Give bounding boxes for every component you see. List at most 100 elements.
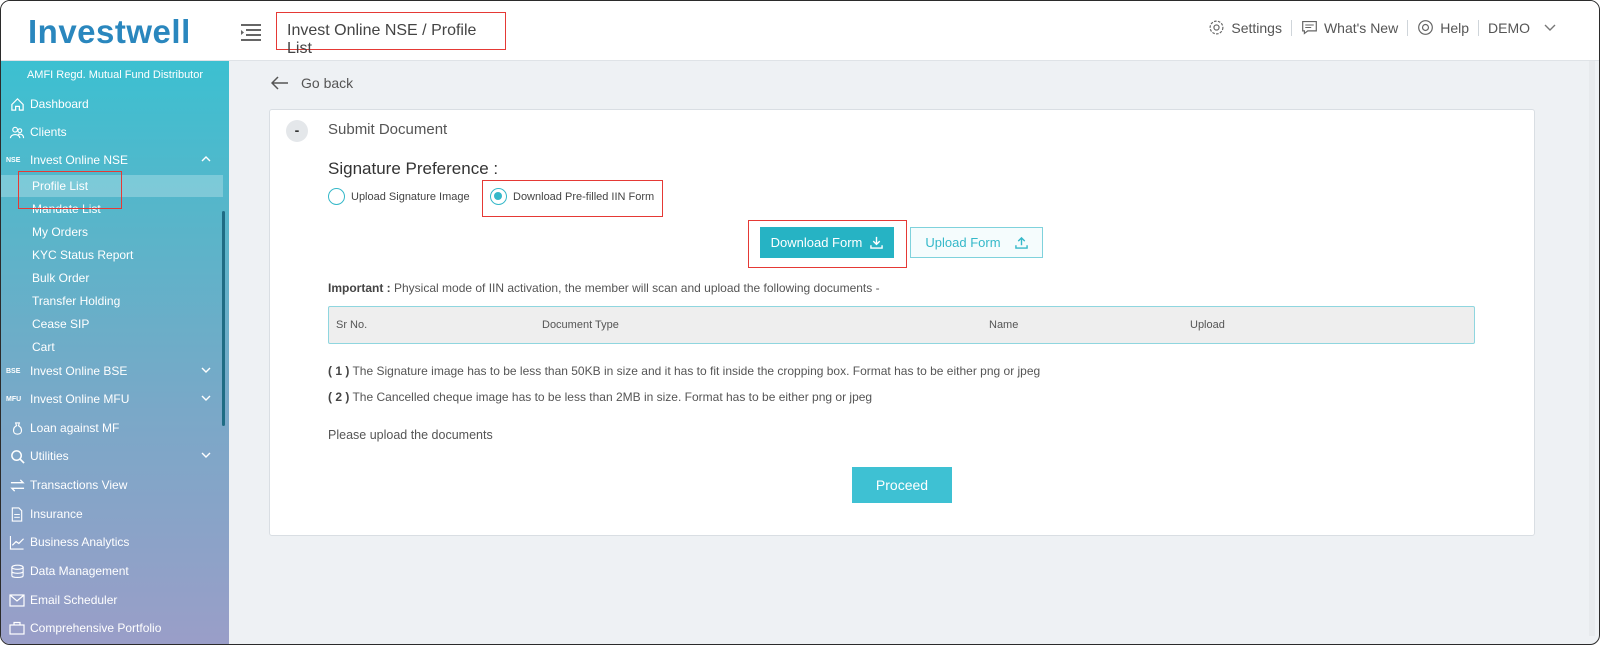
briefcase-icon	[9, 620, 25, 636]
database-icon	[9, 563, 25, 579]
sidebar-item-label: Invest Online NSE	[30, 153, 129, 167]
upload-form-label: Upload Form	[925, 235, 1001, 250]
gear-icon	[1209, 20, 1224, 35]
upload-icon	[1014, 236, 1028, 249]
sidebar-item-kyc-status[interactable]: KYC Status Report	[1, 244, 223, 266]
radio-upload-signature[interactable]: Upload Signature Image	[328, 188, 470, 205]
important-text: Physical mode of IIN activation, the mem…	[390, 281, 880, 295]
chevron-down-icon	[1544, 24, 1556, 31]
user-menu[interactable]: DEMO	[1479, 20, 1565, 36]
column-header: Document Type	[542, 319, 619, 331]
money-bag-icon	[9, 420, 25, 436]
sidebar-item-label: Insurance	[30, 507, 83, 521]
menu-icon[interactable]	[241, 23, 263, 41]
sidebar-item-email-scheduler[interactable]: Email Scheduler	[1, 587, 223, 613]
app-window: Investwell Invest Online NSE / Profile L…	[0, 0, 1600, 645]
document-icon	[9, 506, 25, 522]
sidebar-item-label: Utilities	[30, 449, 69, 463]
sidebar-item-label: Email Scheduler	[30, 593, 118, 607]
message-icon	[1302, 20, 1317, 35]
user-name: DEMO	[1488, 19, 1530, 36]
documents-table-header: Sr No. Document Type Name Upload	[328, 306, 1475, 344]
download-form-label: Download Form	[770, 235, 863, 250]
note-signature: ( 1 ) The Signature image has to be less…	[328, 364, 1040, 378]
sidebar-item-cart[interactable]: Cart	[1, 336, 223, 358]
chevron-down-icon	[201, 367, 211, 373]
sidebar-item-dashboard[interactable]: Dashboard	[1, 91, 223, 117]
sidebar-item-label: Transactions View	[30, 478, 128, 492]
sidebar-item-portfolio[interactable]: Comprehensive Portfolio	[1, 615, 223, 641]
sidebar-item-loan[interactable]: Loan against MF	[1, 415, 223, 441]
search-icon	[9, 448, 25, 464]
sidebar-item-transfer-holding[interactable]: Transfer Holding	[1, 290, 223, 312]
page-scrollbar[interactable]	[1589, 61, 1595, 636]
sidebar-item-label: Clients	[30, 125, 67, 139]
note-text: The Cancelled cheque image has to be les…	[349, 390, 873, 404]
go-back-link[interactable]: Go back	[271, 75, 353, 91]
please-upload-text: Please upload the documents	[328, 428, 493, 442]
upload-form-button[interactable]: Upload Form	[910, 227, 1043, 258]
column-header: Sr No.	[336, 319, 368, 331]
important-note: Important : Physical mode of IIN activat…	[328, 281, 880, 295]
collapse-button[interactable]: -	[286, 120, 308, 142]
download-icon	[870, 236, 884, 249]
sidebar-item-cease-sip[interactable]: Cease SIP	[1, 313, 223, 335]
sidebar-item-label: Comprehensive Portfolio	[30, 621, 162, 635]
download-form-button[interactable]: Download Form	[760, 227, 894, 258]
swap-arrows-icon	[9, 477, 25, 493]
sidebar-item-label: Data Management	[30, 564, 129, 578]
sidebar: AMFI Regd. Mutual Fund Distributor Dashb…	[1, 61, 229, 644]
sidebar-subtitle: AMFI Regd. Mutual Fund Distributor	[26, 69, 204, 81]
sidebar-item-transactions[interactable]: Transactions View	[1, 472, 223, 498]
note-cheque: ( 2 ) The Cancelled cheque image has to …	[328, 390, 872, 404]
sidebar-item-invest-nse[interactable]: NSE Invest Online NSE	[1, 147, 223, 173]
note-number: ( 2 )	[328, 390, 350, 404]
mail-icon	[9, 592, 25, 608]
mfu-icon: MFU	[6, 395, 22, 403]
settings-label: Settings	[1231, 19, 1282, 36]
header-actions: Settings What's New Help DEMO	[1199, 19, 1565, 36]
signature-preference-heading: Signature Preference :	[328, 159, 499, 178]
sidebar-item-bulk-order[interactable]: Bulk Order	[1, 267, 223, 289]
sidebar-item-insurance[interactable]: Insurance	[1, 501, 223, 527]
home-icon	[9, 96, 25, 112]
sidebar-item-label: Invest Online BSE	[30, 364, 128, 378]
sidebar-scrollbar[interactable]	[222, 211, 225, 426]
sidebar-item-label: Business Analytics	[30, 535, 130, 549]
column-header: Name	[989, 319, 1019, 331]
chevron-down-icon	[201, 452, 211, 458]
users-icon	[9, 124, 25, 140]
sidebar-item-label: Invest Online MFU	[30, 392, 130, 406]
proceed-button[interactable]: Proceed	[852, 467, 952, 503]
note-number: ( 1 )	[328, 364, 350, 378]
highlight-box	[18, 171, 122, 209]
arrow-left-icon	[271, 76, 288, 90]
sidebar-item-my-orders[interactable]: My Orders	[1, 221, 223, 243]
sidebar-item-analytics[interactable]: Business Analytics	[1, 529, 223, 555]
top-header: Investwell Invest Online NSE / Profile L…	[1, 1, 1599, 61]
submit-document-card: - Submit Document Signature Preference :…	[269, 109, 1535, 536]
sidebar-item-invest-bse[interactable]: BSE Invest Online BSE	[1, 358, 223, 384]
nse-icon: NSE	[6, 156, 21, 164]
card-title: Submit Document	[328, 121, 448, 138]
chevron-up-icon	[201, 156, 211, 162]
sidebar-item-label: Dashboard	[30, 97, 89, 111]
sidebar-item-data-management[interactable]: Data Management	[1, 558, 223, 584]
sidebar-item-invest-mfu[interactable]: MFU Invest Online MFU	[1, 386, 223, 412]
go-back-label: Go back	[301, 75, 354, 91]
sidebar-item-utilities[interactable]: Utilities	[1, 443, 223, 469]
help-link[interactable]: Help	[1408, 19, 1478, 36]
help-label: Help	[1440, 19, 1469, 36]
line-chart-icon	[9, 534, 25, 550]
radio-label: Upload Signature Image	[351, 190, 470, 203]
radio-unchecked[interactable]	[328, 188, 345, 205]
important-label: Important :	[328, 281, 391, 295]
bse-icon: BSE	[6, 367, 21, 375]
whats-new-link[interactable]: What's New	[1292, 19, 1407, 36]
whats-new-label: What's New	[1323, 19, 1399, 36]
settings-link[interactable]: Settings	[1199, 19, 1291, 36]
breadcrumb: Invest Online NSE / Profile List	[276, 12, 506, 57]
lifebuoy-icon	[1418, 20, 1434, 35]
sidebar-item-clients[interactable]: Clients	[1, 119, 223, 145]
note-text: The Signature image has to be less than …	[349, 364, 1041, 378]
